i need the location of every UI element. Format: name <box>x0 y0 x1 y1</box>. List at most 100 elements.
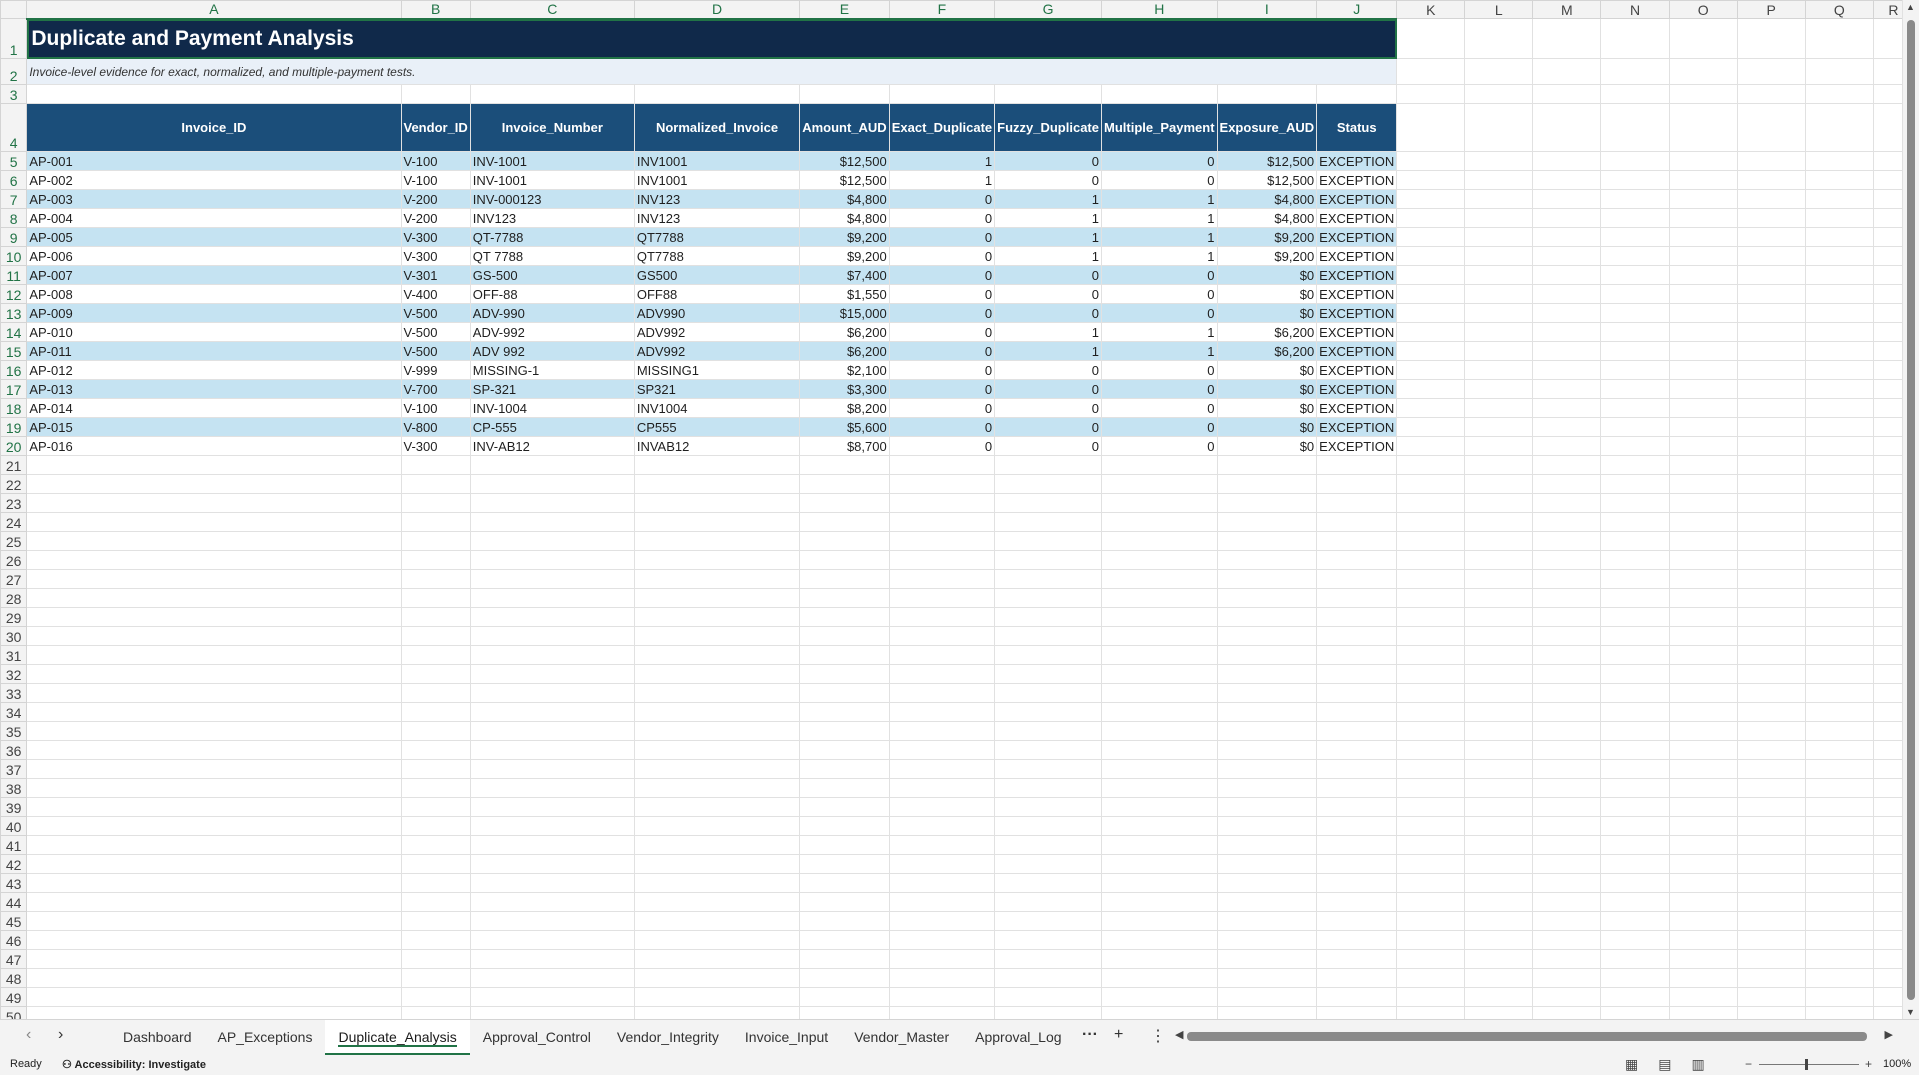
cell[interactable] <box>1464 170 1534 190</box>
spreadsheet-grid[interactable]: A B C D E F G H I J K L M N O P Q R 1 Duplicate and Payment… <box>0 0 1919 1019</box>
cell[interactable] <box>1396 151 1466 171</box>
tab-vendor-master[interactable]: Vendor_Master <box>841 1020 962 1055</box>
cell[interactable] <box>1804 854 1874 874</box>
cell[interactable] <box>1316 531 1398 551</box>
cell[interactable] <box>1101 84 1218 104</box>
cell[interactable] <box>1532 569 1602 589</box>
cell[interactable] <box>1316 474 1398 494</box>
column-label-normalized-invoice[interactable]: Normalized_Invoice <box>633 103 801 152</box>
cell[interactable] <box>1668 569 1738 589</box>
row-header-36[interactable]: 36 <box>0 740 28 760</box>
vertical-scroll-thumb[interactable] <box>1907 20 1915 1000</box>
data-cell[interactable]: 0 <box>994 303 1102 323</box>
cell[interactable] <box>1736 151 1806 171</box>
cell[interactable] <box>1101 1006 1218 1019</box>
cell[interactable] <box>26 607 402 627</box>
data-cell[interactable]: EXCEPTION <box>1316 322 1398 342</box>
cell[interactable] <box>400 550 471 570</box>
row-header-43[interactable]: 43 <box>0 873 28 893</box>
cell[interactable] <box>1464 702 1534 722</box>
cell[interactable] <box>400 968 471 988</box>
cell[interactable] <box>1804 436 1874 456</box>
row-header-12[interactable]: 12 <box>0 284 28 304</box>
cell[interactable] <box>1600 1006 1670 1019</box>
cell[interactable] <box>26 740 402 760</box>
cell[interactable] <box>1668 474 1738 494</box>
cell[interactable] <box>1804 474 1874 494</box>
cell[interactable] <box>994 455 1102 475</box>
data-cell[interactable]: SP321 <box>633 379 801 399</box>
cell[interactable] <box>1532 341 1602 361</box>
cell[interactable] <box>1101 797 1218 817</box>
cell[interactable] <box>1396 778 1466 798</box>
row-header-6[interactable]: 6 <box>0 170 28 190</box>
cell[interactable] <box>1216 816 1318 836</box>
column-label-status[interactable]: Status <box>1316 103 1398 152</box>
cell[interactable] <box>1736 18 1806 59</box>
cell[interactable] <box>799 911 890 931</box>
data-cell[interactable]: 1 <box>888 170 996 190</box>
data-cell[interactable]: ADV990 <box>633 303 801 323</box>
cell[interactable] <box>1464 246 1534 266</box>
cell[interactable] <box>1600 170 1670 190</box>
cell[interactable] <box>633 702 801 722</box>
cell[interactable] <box>1668 151 1738 171</box>
cell[interactable] <box>1804 531 1874 551</box>
row-header-2[interactable]: 2 <box>0 58 28 85</box>
cell[interactable] <box>1804 103 1874 152</box>
cell[interactable] <box>1532 151 1602 171</box>
cell[interactable] <box>400 493 471 513</box>
table-row[interactable]: 14 AP-010 V-500 ADV-992 ADV992 $6,200 0 1 1 $6,20… <box>0 322 1919 342</box>
cell[interactable] <box>1804 58 1874 85</box>
cell[interactable] <box>888 84 996 104</box>
cell[interactable] <box>400 84 471 104</box>
cell[interactable] <box>1216 1006 1318 1019</box>
cell[interactable] <box>994 854 1102 874</box>
cell[interactable] <box>1600 151 1670 171</box>
cell[interactable] <box>1532 797 1602 817</box>
cell[interactable] <box>633 759 801 779</box>
cell[interactable] <box>1600 835 1670 855</box>
data-cell[interactable]: 0 <box>888 436 996 456</box>
column-label-vendor-id[interactable]: Vendor_ID <box>400 103 471 152</box>
data-cell[interactable]: $0 <box>1216 398 1318 418</box>
cell[interactable] <box>1532 645 1602 665</box>
row-header-26[interactable]: 26 <box>0 550 28 570</box>
cell[interactable] <box>799 702 890 722</box>
data-cell[interactable]: $6,200 <box>799 322 890 342</box>
data-cell[interactable]: EXCEPTION <box>1316 436 1398 456</box>
cell[interactable] <box>1532 474 1602 494</box>
data-cell[interactable]: CP-555 <box>469 417 635 437</box>
cell[interactable] <box>1101 968 1218 988</box>
cell[interactable] <box>1804 835 1874 855</box>
data-cell[interactable]: 1 <box>1101 208 1218 228</box>
cell[interactable] <box>1316 835 1398 855</box>
cell[interactable] <box>1101 702 1218 722</box>
cell[interactable] <box>1396 455 1466 475</box>
cell[interactable] <box>1736 645 1806 665</box>
data-cell[interactable]: $2,100 <box>799 360 890 380</box>
cell[interactable] <box>1532 189 1602 209</box>
cell[interactable] <box>1101 664 1218 684</box>
cell[interactable] <box>1532 626 1602 646</box>
cell[interactable] <box>1668 588 1738 608</box>
cell[interactable] <box>1736 208 1806 228</box>
scroll-left-icon[interactable]: ◀ <box>1175 1028 1183 1041</box>
cell[interactable] <box>799 854 890 874</box>
cell[interactable] <box>1464 892 1534 912</box>
cell[interactable] <box>469 949 635 969</box>
cell[interactable] <box>1600 949 1670 969</box>
cell[interactable] <box>1668 987 1738 1007</box>
data-cell[interactable]: INV-AB12 <box>469 436 635 456</box>
cell[interactable] <box>888 531 996 551</box>
cell[interactable] <box>1532 512 1602 532</box>
data-cell[interactable]: GS-500 <box>469 265 635 285</box>
cell[interactable] <box>1396 854 1466 874</box>
table-row[interactable]: 13 AP-009 V-500 ADV-990 ADV990 $15,000 0 0 0 $0 EX… <box>0 303 1919 323</box>
cell[interactable] <box>1804 265 1874 285</box>
cell[interactable] <box>1804 930 1874 950</box>
cell[interactable] <box>799 664 890 684</box>
data-cell[interactable]: 0 <box>888 398 996 418</box>
plus-icon[interactable]: + <box>1114 1026 1123 1044</box>
column-header-G[interactable]: G <box>994 0 1102 20</box>
